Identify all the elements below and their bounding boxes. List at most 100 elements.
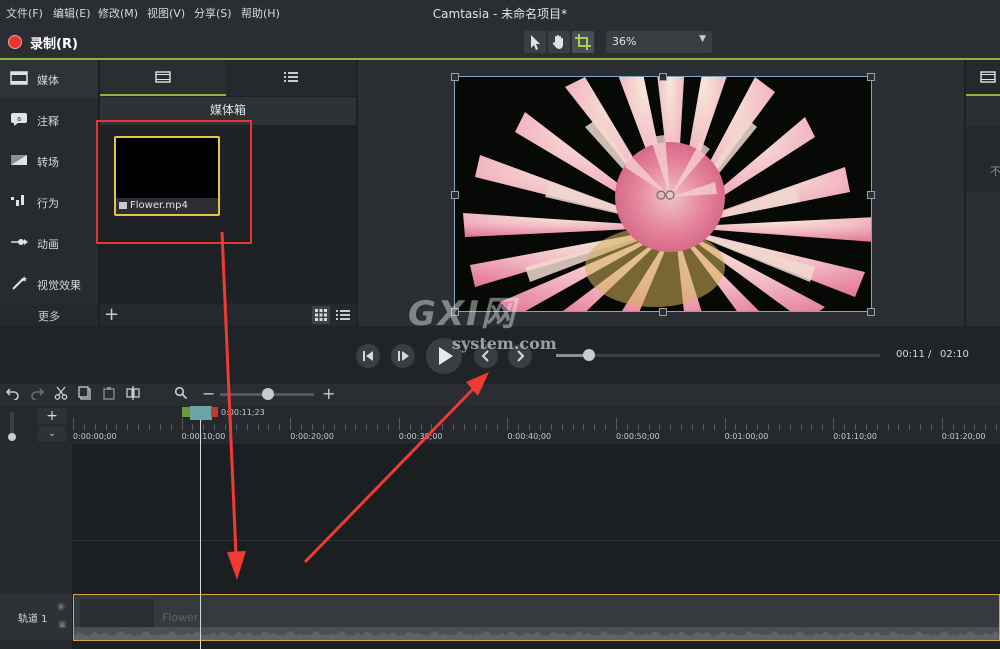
resize-handle[interactable]: [451, 191, 459, 199]
timeline-zoom-handle[interactable]: [262, 388, 274, 400]
media-bin-footer: +: [100, 304, 356, 326]
ruler-minor-tick: [225, 424, 227, 430]
step-forward-icon[interactable]: [391, 344, 415, 368]
sidebar-item-visual-effects[interactable]: 视觉效果: [0, 265, 98, 303]
tab-properties[interactable]: [966, 60, 1000, 96]
ruler-minor-tick: [800, 424, 802, 430]
eye-icon[interactable]: ◉: [57, 602, 65, 612]
more-label: 更多: [38, 310, 60, 323]
resize-handle[interactable]: [659, 308, 667, 316]
ruler-minor-tick: [963, 424, 965, 430]
media-bin-tabs: [100, 60, 356, 96]
watermark-url: system.com: [452, 334, 557, 353]
ruler-minor-tick: [409, 424, 411, 430]
ruler-tick: [616, 418, 617, 430]
more-button[interactable]: 更多: [0, 304, 98, 326]
scrubber-handle[interactable]: [583, 349, 595, 361]
ruler-minor-tick: [670, 424, 672, 430]
sidebar-item-label: 注释: [37, 115, 59, 128]
pointer-tool-icon[interactable]: [524, 31, 546, 53]
timeline-clip-flower[interactable]: Flower: [73, 594, 1000, 641]
redo-icon[interactable]: [30, 386, 45, 404]
resize-handle[interactable]: [867, 308, 875, 316]
transition-icon: [11, 155, 27, 165]
sidebar-item-annotations[interactable]: a 注释: [0, 101, 98, 139]
ruler-tick-label: 0:00:00;00: [73, 432, 117, 441]
ruler-minor-tick: [930, 424, 932, 430]
animation-icon: [11, 239, 28, 245]
ruler-tick-label: 0:00:10;00: [181, 432, 226, 441]
cut-icon[interactable]: [54, 386, 68, 404]
undo-icon[interactable]: [5, 386, 20, 404]
tab-library[interactable]: [227, 60, 356, 96]
step-back-icon[interactable]: [356, 344, 380, 368]
resize-handle[interactable]: [659, 73, 667, 81]
resize-handle[interactable]: [867, 191, 875, 199]
zoom-dropdown[interactable]: 36% ▼: [606, 31, 712, 53]
ruler-minor-tick: [854, 424, 856, 430]
record-button[interactable]: 录制(R): [30, 33, 78, 52]
hand-tool-icon[interactable]: [548, 31, 570, 53]
ruler-tick: [724, 418, 726, 430]
menu-help[interactable]: 帮助(H): [241, 5, 280, 21]
video-preview-flower[interactable]: [454, 76, 872, 312]
chevron-down-icon: ▼: [699, 34, 706, 44]
sidebar-item-behaviors[interactable]: 行为: [0, 183, 98, 221]
split-icon[interactable]: [126, 386, 140, 404]
svg-text:a: a: [17, 115, 21, 123]
grid-view-icon[interactable]: [312, 306, 330, 324]
zoom-out-icon[interactable]: −: [202, 384, 215, 403]
record-icon[interactable]: [8, 35, 22, 49]
menu-modify[interactable]: 修改(M): [98, 5, 138, 21]
ruler-minor-tick: [203, 424, 205, 430]
zoom-search-icon[interactable]: [174, 386, 188, 404]
resize-handle[interactable]: [451, 73, 459, 81]
total-time: 02:10: [940, 349, 969, 360]
current-time: 00:11: [896, 349, 925, 360]
ruler-minor-tick: [539, 424, 541, 430]
add-track-button[interactable]: +: [38, 408, 66, 424]
playhead-line: [200, 420, 201, 649]
ruler-tick-label: 0:01:00;00: [724, 432, 769, 441]
track-options-chevron-down-icon[interactable]: ⌄: [38, 426, 66, 442]
ruler-minor-tick: [366, 424, 368, 430]
ruler-minor-tick: [529, 424, 531, 430]
zoom-in-icon[interactable]: +: [322, 384, 335, 403]
menu-share[interactable]: 分享(S): [194, 5, 232, 21]
sidebar-item-transitions[interactable]: 转场: [0, 142, 98, 180]
ruler-minor-tick: [898, 424, 900, 430]
sidebar-item-media[interactable]: 媒体: [0, 60, 98, 98]
ruler-minor-tick: [920, 424, 922, 430]
sidebar-item-label: 媒体: [37, 74, 59, 87]
track-divider: [72, 540, 1000, 541]
menu-view[interactable]: 视图(V): [147, 5, 185, 21]
ruler-minor-tick: [138, 424, 140, 430]
lock-icon[interactable]: ▣: [58, 620, 67, 630]
paste-icon[interactable]: [102, 386, 116, 404]
tab-media-bin[interactable]: [100, 60, 226, 96]
sidebar-item-animations[interactable]: 动画: [0, 224, 98, 262]
ruler-minor-tick: [702, 424, 704, 430]
track-height-handle[interactable]: [8, 433, 16, 441]
crop-tool-icon[interactable]: [572, 31, 594, 53]
menu-edit[interactable]: 编辑(E): [53, 5, 91, 21]
ruler-minor-tick: [637, 424, 639, 430]
ruler-minor-tick: [474, 424, 476, 430]
playhead[interactable]: [190, 406, 212, 421]
toolbar: 录制(R) 36% ▼: [0, 24, 1000, 60]
scrubber-track[interactable]: [556, 354, 880, 357]
add-media-button[interactable]: +: [104, 304, 119, 325]
behavior-icon: [11, 195, 24, 206]
resize-handle[interactable]: [867, 73, 875, 81]
ruler-minor-tick: [735, 424, 737, 430]
ruler-minor-tick: [659, 424, 661, 430]
ruler-minor-tick: [116, 424, 118, 430]
playhead-out-marker[interactable]: [211, 407, 218, 417]
annotation-highlight-box: [96, 120, 252, 244]
list-view-icon[interactable]: [334, 306, 352, 324]
copy-icon[interactable]: [78, 386, 92, 404]
ruler-minor-tick: [778, 424, 780, 430]
ruler-tick: [507, 418, 509, 430]
menu-file[interactable]: 文件(F): [6, 5, 43, 21]
ruler-minor-tick: [746, 424, 748, 430]
